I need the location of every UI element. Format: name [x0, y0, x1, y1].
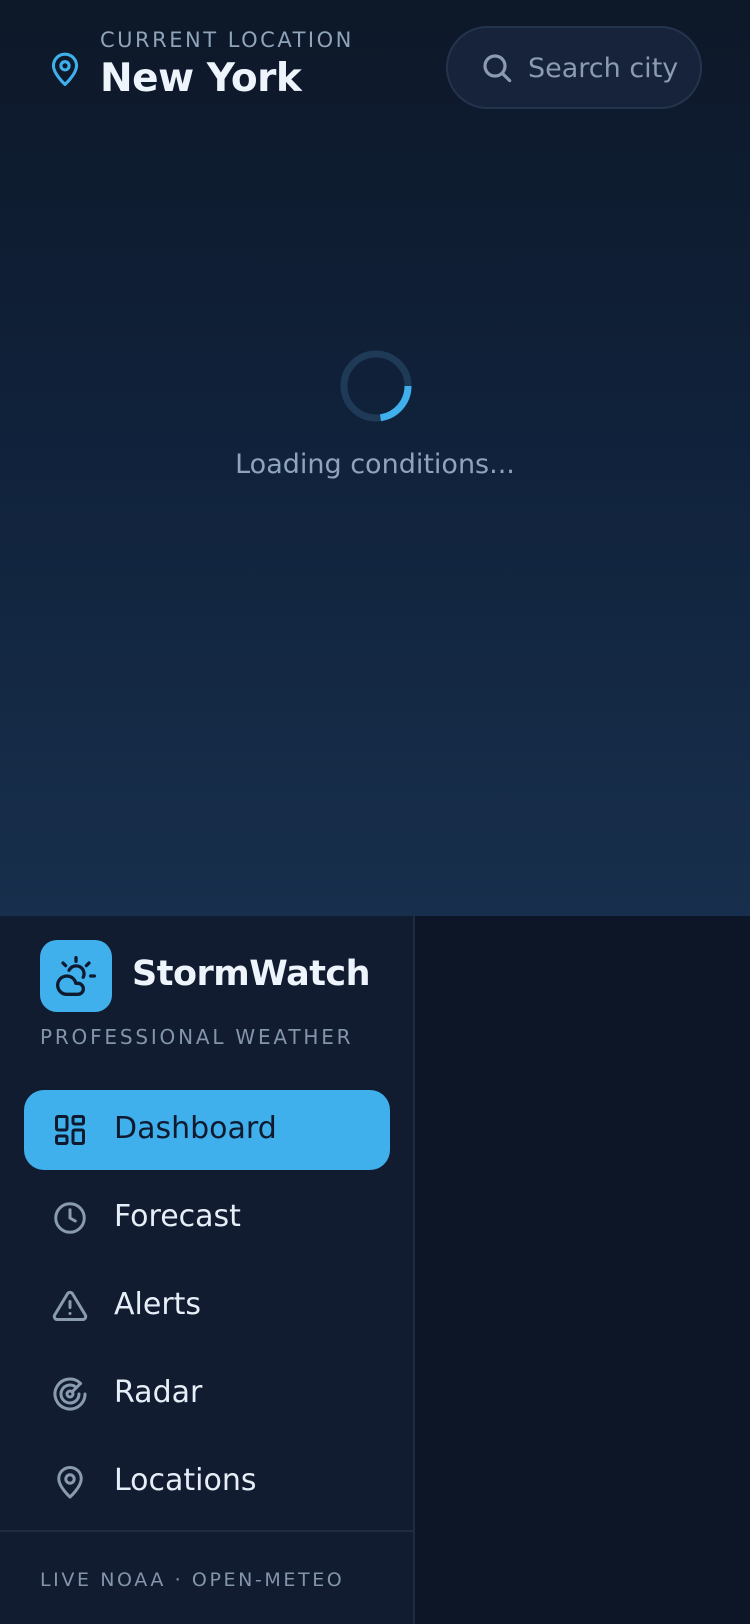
nav-label-forecast: Forecast	[114, 1199, 241, 1234]
nav-item-locations[interactable]: Locations	[24, 1442, 390, 1522]
current-city[interactable]: New York	[100, 56, 302, 101]
loading-text: Loading conditions...	[235, 449, 515, 480]
search-icon	[483, 54, 512, 83]
brand-name: StormWatch	[132, 954, 371, 994]
nav-item-alerts[interactable]: Alerts	[24, 1266, 390, 1346]
data-source-footer: LIVE NOAA · OPEN-METEO	[40, 1569, 345, 1591]
nav-item-radar[interactable]: Radar	[24, 1354, 390, 1434]
brand-logo[interactable]	[40, 940, 112, 1012]
sidebar: StormWatch PROFESSIONAL WEATHER Dashboar…	[0, 916, 415, 1624]
nav-label-dashboard: Dashboard	[114, 1111, 277, 1146]
location-caption: CURRENT LOCATION	[100, 28, 354, 52]
radar-icon	[53, 1377, 87, 1411]
search-box[interactable]	[446, 26, 702, 109]
map-pin-icon	[57, 1466, 83, 1499]
nav-label-radar: Radar	[114, 1375, 203, 1410]
warning-icon	[52, 1290, 88, 1321]
main-panel: CURRENT LOCATION New York Loading condit…	[0, 0, 750, 916]
loading-spinner	[340, 350, 412, 422]
content-pane	[415, 916, 750, 1624]
nav-label-locations: Locations	[114, 1463, 257, 1498]
nav-label-alerts: Alerts	[114, 1287, 202, 1322]
nav-item-dashboard[interactable]: Dashboard	[24, 1090, 390, 1170]
dashboard-icon	[55, 1115, 85, 1145]
brand-tagline: PROFESSIONAL WEATHER	[40, 1025, 354, 1049]
partly-cloudy-icon	[56, 956, 96, 996]
sidebar-divider	[0, 1530, 413, 1532]
map-pin-icon	[51, 52, 79, 86]
clock-icon	[54, 1202, 86, 1234]
nav-item-forecast[interactable]: Forecast	[24, 1178, 390, 1258]
search-input[interactable]	[528, 46, 688, 90]
